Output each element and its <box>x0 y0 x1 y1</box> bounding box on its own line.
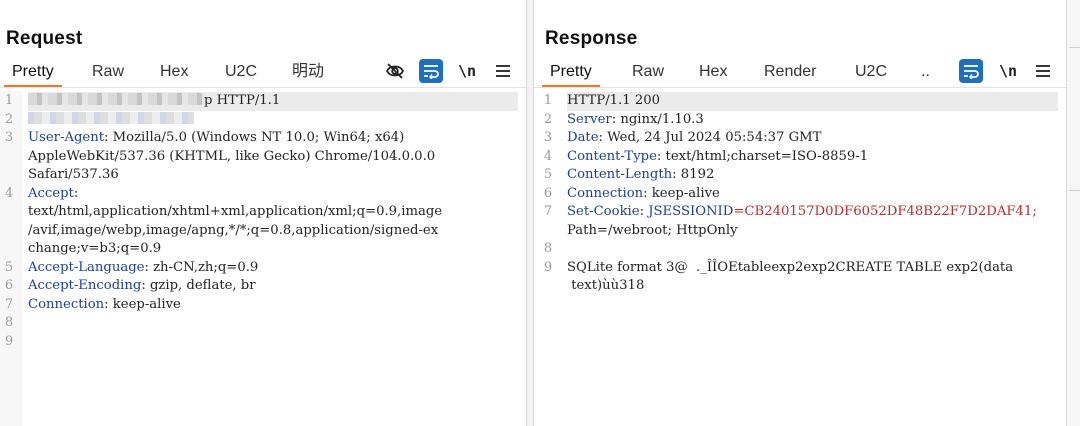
request-line: AppleWebKit/537.36 (KHTML, like Gecko) C… <box>28 148 436 164</box>
line-number: 4 <box>543 148 553 164</box>
menu-icon[interactable] <box>1031 59 1055 83</box>
line-number: 6 <box>543 185 553 201</box>
menu-icon[interactable] <box>491 59 515 83</box>
request-tabs: Pretty Raw Hex U2C 明动 <box>0 60 380 88</box>
response-line: Content-Type: text/html;charset=ISO-8859… <box>567 148 869 164</box>
request-line: Accept-Language: zh-CN,zh;q=0.9 <box>28 259 259 275</box>
tab-hex[interactable]: Hex <box>160 60 188 88</box>
line-number: 9 <box>543 259 553 275</box>
panel-divider <box>1069 190 1080 191</box>
pane-splitter[interactable] <box>526 0 534 426</box>
line-number: 3 <box>4 130 14 145</box>
tab-u2c[interactable]: U2C <box>225 60 257 88</box>
response-line: Path=/webroot; HttpOnly <box>567 222 738 238</box>
show-newlines-button[interactable]: \n <box>455 59 479 83</box>
response-gutter: 1 2 3 4 5 6 7 8 9 <box>534 91 556 426</box>
redacted-block <box>28 111 194 124</box>
response-line: SQLite format 3@ ._ÎÎOEtableexp2exp2CREA… <box>567 259 1014 275</box>
tab-more[interactable]: .. <box>921 60 930 88</box>
request-line: Connection: keep-alive <box>28 296 181 312</box>
tab-raw[interactable]: Raw <box>92 60 124 88</box>
right-side-panel <box>1066 0 1080 426</box>
panel-divider <box>1069 47 1080 48</box>
response-line: Set-Cookie: JSESSIONID=CB240157D0DF6052D… <box>567 204 1037 219</box>
word-wrap-icon[interactable] <box>419 59 443 83</box>
request-title: Request <box>6 28 83 49</box>
line-number: 9 <box>4 333 14 349</box>
line-number: 8 <box>543 241 553 256</box>
request-line: Safari/537.36 <box>28 167 119 182</box>
line-number: 7 <box>4 296 14 312</box>
line-number: 2 <box>543 111 553 127</box>
line-number: 8 <box>4 315 14 330</box>
request-line: User-Agent: Mozilla/5.0 (Windows NT 10.0… <box>28 130 405 145</box>
line-number: 4 <box>4 185 14 201</box>
tab-u2c[interactable]: U2C <box>855 60 887 88</box>
line-number: 1 <box>543 93 553 108</box>
response-line: Content-Length: 8192 <box>567 167 715 182</box>
tab-render[interactable]: Render <box>764 60 816 88</box>
request-gutter: 1 2 3 4 5 6 7 8 9 <box>0 91 22 426</box>
tab-raw[interactable]: Raw <box>632 60 664 88</box>
show-newlines-button[interactable]: \n <box>996 59 1020 83</box>
line-number: 3 <box>543 130 553 145</box>
request-line: change;v=b3;q=0.9 <box>28 241 162 256</box>
line-number: 7 <box>543 204 553 219</box>
request-editor[interactable]: 1 2 3 4 5 6 7 8 9 p HTTP/1.1 User-Agent:… <box>0 91 526 426</box>
redacted-block <box>28 93 204 105</box>
request-tabs-divider <box>0 87 526 88</box>
response-tabs-divider <box>534 87 1066 88</box>
line-number: 5 <box>543 167 553 182</box>
response-editor[interactable]: 1 2 3 4 5 6 7 8 9 HTTP/1.1 200 Server: n… <box>534 91 1066 426</box>
line-number: 2 <box>4 111 14 127</box>
response-line: Date: Wed, 24 Jul 2024 05:54:37 GMT <box>567 130 822 145</box>
request-line: p HTTP/1.1 <box>28 92 518 111</box>
response-line: HTTP/1.1 200 <box>567 92 1058 111</box>
tab-hex[interactable]: Hex <box>699 60 727 88</box>
tab-pretty[interactable]: Pretty <box>4 60 62 88</box>
word-wrap-icon[interactable] <box>959 59 983 83</box>
request-line: Accept-Encoding: gzip, deflate, br <box>28 278 256 293</box>
response-pane: Response Pretty Raw Hex Render U2C .. \n… <box>534 0 1066 426</box>
response-line: Connection: keep-alive <box>567 185 720 201</box>
request-line: /avif,image/webp,image/apng,*/*;q=0.8,ap… <box>28 222 439 238</box>
response-line: Server: nginx/1.10.3 <box>567 111 704 127</box>
tab-extension[interactable]: 明动 <box>292 60 324 88</box>
response-tabs: Pretty Raw Hex Render U2C .. <box>534 60 944 88</box>
tab-pretty[interactable]: Pretty <box>542 60 600 88</box>
request-line <box>28 111 518 130</box>
line-number: 6 <box>4 278 14 293</box>
request-line: text/html,application/xhtml+xml,applicat… <box>28 204 443 219</box>
request-line: Accept: <box>28 185 79 201</box>
hide-eye-icon[interactable] <box>383 59 407 83</box>
request-pane: Request Pretty Raw Hex U2C 明动 \n 1 2 3 4… <box>0 0 526 426</box>
response-title: Response <box>545 28 638 49</box>
line-number: 1 <box>4 93 14 108</box>
response-line: text)ùù318 <box>567 278 645 293</box>
line-number: 5 <box>4 259 14 275</box>
